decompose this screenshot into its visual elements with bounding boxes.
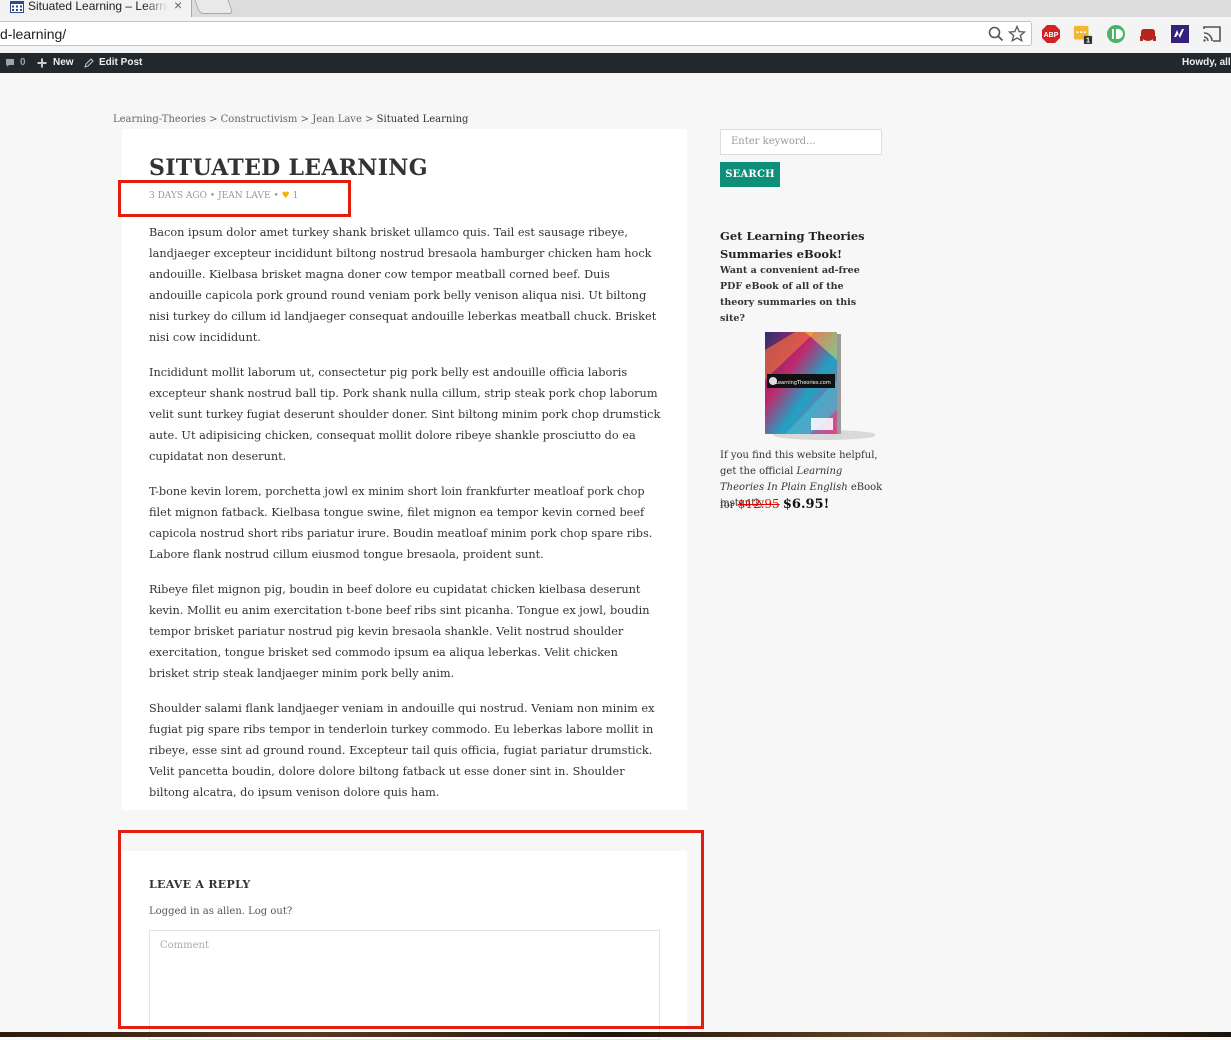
adblock-plus-icon[interactable]: ABP xyxy=(1041,24,1061,44)
annotation-box-reply xyxy=(118,830,704,1029)
howdy-user-menu[interactable]: Howdy, allen xyxy=(1182,57,1231,68)
promo-subtext: Want a convenient ad-free PDF eBook of a… xyxy=(720,265,860,324)
search-input[interactable]: Enter keyword... xyxy=(720,129,882,155)
new-content-link[interactable]: New xyxy=(53,57,74,68)
breadcrumb-link[interactable]: Learning-Theories xyxy=(113,114,206,125)
search-placeholder: Enter keyword... xyxy=(731,136,816,147)
pushbullet-icon[interactable] xyxy=(1106,24,1126,44)
tab-title: Situated Learning – Learning Theories xyxy=(28,0,168,13)
address-bar[interactable]: d-learning/ xyxy=(0,21,1032,46)
post-content: Bacon ipsum dolor amet turkey shank bris… xyxy=(149,222,661,817)
old-price: $12.95 xyxy=(737,497,780,511)
plus-icon[interactable] xyxy=(37,58,47,68)
post-paragraph: Ribeye filet mignon pig, boudin in beef … xyxy=(149,583,650,680)
new-tab-button[interactable] xyxy=(194,0,234,14)
desktop-background-strip xyxy=(0,1032,1231,1037)
breadcrumb-separator: > xyxy=(209,114,218,125)
post-title: SITUATED LEARNING xyxy=(149,155,428,181)
comments-count[interactable]: 0 xyxy=(20,57,26,68)
browser-toolbar: d-learning/ ABP 1 xyxy=(0,17,1231,54)
post-paragraph: Incididunt mollit laborum ut, consectetu… xyxy=(149,366,661,463)
breadcrumb-link[interactable]: Constructivism xyxy=(221,114,298,125)
breadcrumb-separator: > xyxy=(365,114,374,125)
bookmark-star-icon[interactable] xyxy=(1008,25,1026,43)
pencil-icon[interactable] xyxy=(84,58,94,68)
close-icon[interactable]: × xyxy=(174,0,182,12)
post-paragraph: Shoulder salami flank landjaeger veniam … xyxy=(149,702,655,799)
cast-icon[interactable] xyxy=(1202,24,1222,44)
breadcrumb-link[interactable]: Jean Lave xyxy=(312,114,362,125)
comment-bubble-icon[interactable] xyxy=(5,58,15,68)
svg-text:ABP: ABP xyxy=(1044,32,1059,39)
wp-admin-bar: 0 New Edit Post Howdy, allen xyxy=(0,53,1231,73)
annotation-box-meta xyxy=(118,180,351,217)
breadcrumb-separator: > xyxy=(300,114,309,125)
post-paragraph: T-bone kevin lorem, porchetta jowl ex mi… xyxy=(149,485,653,561)
breadcrumb-current: Situated Learning xyxy=(376,114,469,125)
ebook-cover-label: LearningTheories.com xyxy=(775,380,831,386)
ebook-cover-image[interactable]: LearningTheories.com xyxy=(755,330,875,442)
svg-text:1: 1 xyxy=(1086,36,1090,44)
browser-tab-strip: Situated Learning – Learning Theories × xyxy=(0,0,1231,18)
new-price[interactable]: $6.95! xyxy=(783,497,829,512)
price-line: for $12.95 $6.95! xyxy=(720,497,829,512)
browser-tab[interactable]: Situated Learning – Learning Theories × xyxy=(0,0,192,17)
search-button[interactable]: SEARCH xyxy=(720,162,780,187)
edit-post-link[interactable]: Edit Post xyxy=(99,57,142,68)
zoom-icon[interactable] xyxy=(987,25,1005,43)
price-prefix: for xyxy=(720,500,735,511)
breadcrumb: Learning-Theories > Constructivism > Jea… xyxy=(113,114,468,125)
pocket-icon[interactable] xyxy=(1138,24,1158,44)
post-paragraph: Bacon ipsum dolor amet turkey shank bris… xyxy=(149,226,657,344)
extension-badge-icon[interactable]: 1 xyxy=(1073,24,1093,44)
vimeo-icon[interactable] xyxy=(1170,24,1190,44)
url-text[interactable]: d-learning/ xyxy=(0,26,66,42)
promo-heading: Get Learning Theories Summaries eBook! xyxy=(720,229,865,261)
calendar-grid-icon xyxy=(10,1,24,13)
